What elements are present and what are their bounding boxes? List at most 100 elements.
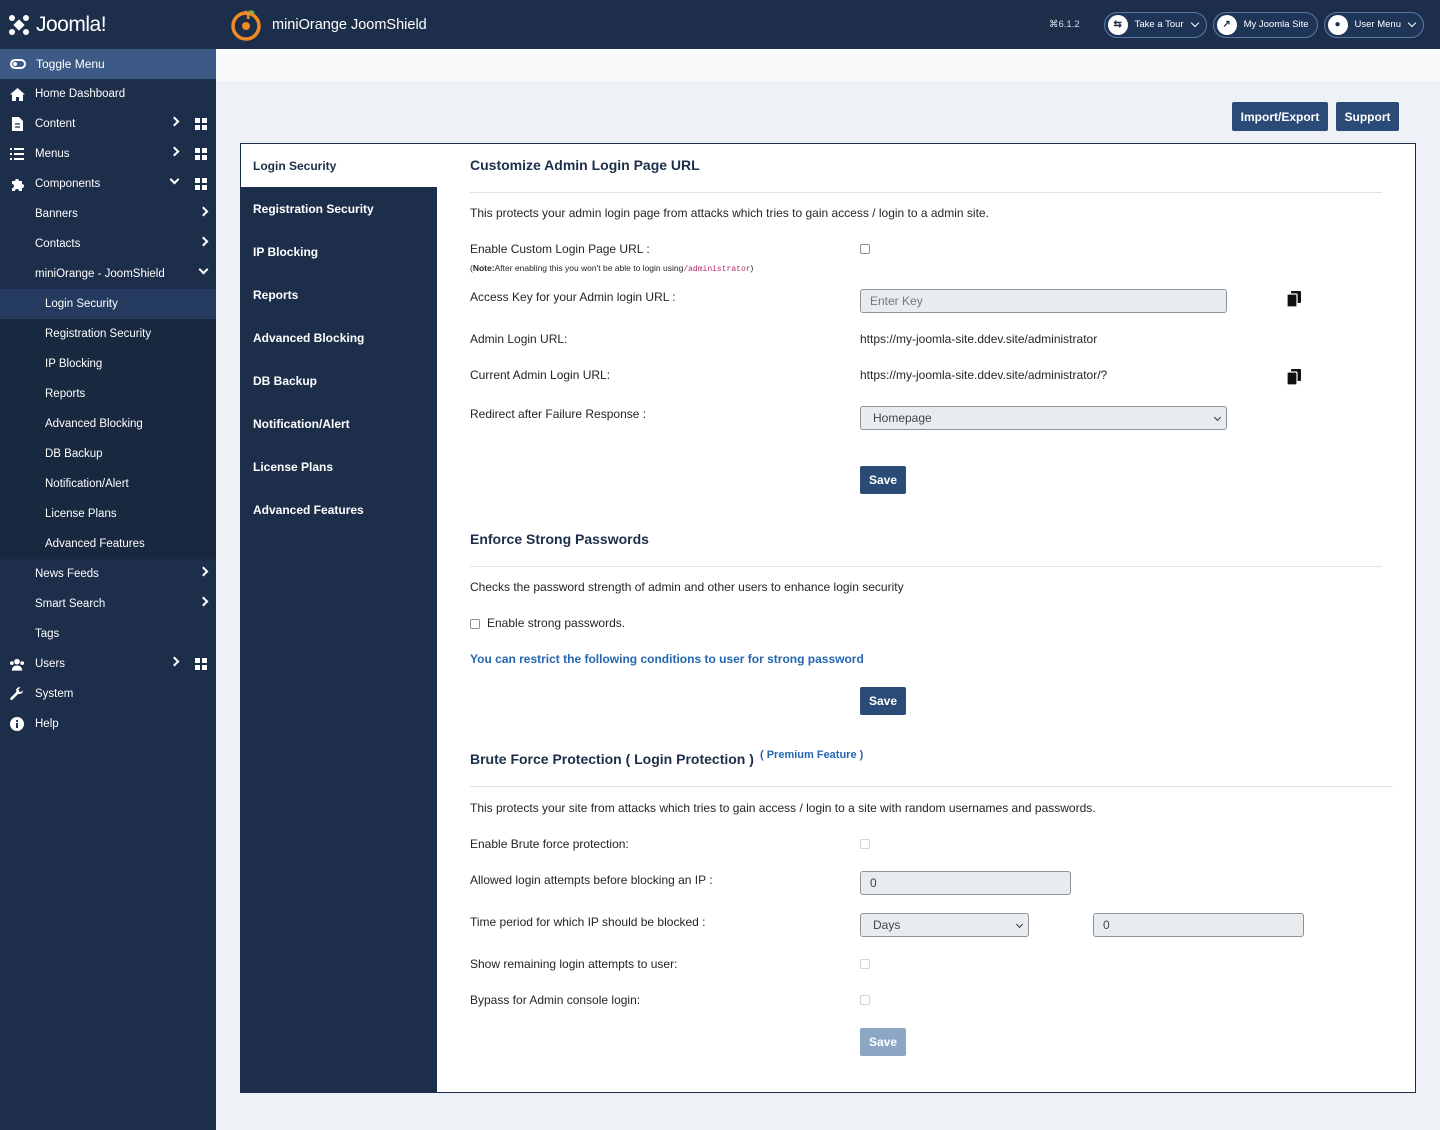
sidebar-item-label: Menus [35, 148, 70, 160]
copy-icon[interactable] [1287, 369, 1301, 385]
admin-login-url-label: Admin Login URL: [470, 332, 568, 346]
toggle-menu[interactable]: Toggle Menu [0, 49, 216, 79]
tab-reports[interactable]: Reports [241, 273, 437, 316]
block-period-label: Time period for which IP should be block… [470, 915, 706, 929]
sidebar-item-news-feeds[interactable]: News Feeds [0, 559, 216, 589]
access-key-input[interactable]: Enter Key [860, 289, 1227, 313]
subhead-strip [216, 49, 1440, 81]
sidebar-item-banners[interactable]: Banners [0, 199, 216, 229]
take-a-tour-button[interactable]: ⇆ Take a Tour [1103, 11, 1207, 38]
sidebar-item-license-plans[interactable]: License Plans [0, 499, 216, 529]
toggle-icon [10, 59, 26, 69]
tab-content: Customize Admin Login Page URL This prot… [437, 144, 1415, 1092]
sidebar-item-login-security[interactable]: Login Security [0, 289, 216, 319]
sidebar-item-label: Tags [35, 628, 60, 640]
block-period-unit-select[interactable]: Days [860, 913, 1029, 937]
sidebar-item-db-backup[interactable]: DB Backup [0, 439, 216, 469]
tab-registration-security[interactable]: Registration Security [241, 187, 437, 230]
allowed-attempts-input[interactable]: 0 [860, 871, 1071, 895]
sidebar: Joomla! Toggle Menu Home Dashboard Conte… [0, 0, 216, 1130]
section-title-strong-passwords: Enforce Strong Passwords [470, 531, 649, 547]
premium-feature-badge: ( Premium Feature ) [760, 749, 864, 761]
chevron-right-icon [198, 566, 209, 577]
sidebar-item-joomshield[interactable]: miniOrange - JoomShield [0, 259, 216, 289]
note-bold: Note: [472, 263, 495, 273]
tab-notification-alert[interactable]: Notification/Alert [241, 402, 437, 445]
save-button-custom-url[interactable]: Save [860, 466, 906, 494]
strong-password-conditions-link[interactable]: You can restrict the following condition… [470, 652, 864, 666]
sidebar-item-menus[interactable]: Menus [0, 139, 216, 169]
redirect-failure-label: Redirect after Failure Response : [470, 407, 647, 421]
sidebar-item-tags[interactable]: Tags [0, 619, 216, 649]
sidebar-item-ip-blocking[interactable]: IP Blocking [0, 349, 216, 379]
sidebar-item-registration-security[interactable]: Registration Security [0, 319, 216, 349]
sidebar-item-label: Users [35, 658, 66, 670]
admin-login-url-value: https://my-joomla-site.ddev.site/adminis… [860, 332, 1098, 346]
block-period-unit-value: Days [873, 918, 901, 932]
enable-custom-url-checkbox[interactable] [860, 244, 870, 254]
settings-tabs: Login Security Registration Security IP … [241, 144, 437, 1092]
tab-advanced-features[interactable]: Advanced Features [241, 488, 437, 531]
enable-strong-passwords-checkbox[interactable] [470, 619, 480, 629]
sidebar-item-label: Content [35, 118, 76, 130]
enable-custom-url-label: Enable Custom Login Page URL : [470, 242, 650, 256]
chevron-right-icon [198, 206, 209, 217]
file-icon [9, 117, 25, 131]
sidebar-item-help[interactable]: Help [0, 709, 216, 739]
sidebar-item-label: Registration Security [45, 328, 152, 340]
enable-brute-force-checkbox[interactable] [860, 839, 870, 849]
divider [470, 566, 1382, 567]
sidebar-item-label: Notification/Alert [45, 478, 129, 490]
save-button-brute-force[interactable]: Save [860, 1028, 906, 1056]
home-icon [9, 87, 25, 101]
sidebar-item-label: IP Blocking [45, 358, 103, 370]
block-period-value-input[interactable]: 0 [1093, 913, 1304, 937]
sidebar-item-label: Banners [35, 208, 78, 220]
sidebar-item-notification-alert[interactable]: Notification/Alert [0, 469, 216, 499]
users-icon [9, 657, 25, 671]
redirect-failure-select[interactable]: Homepage [860, 406, 1227, 430]
chevron-right-icon[interactable] [169, 116, 180, 127]
dashboard-grid-icon[interactable] [195, 658, 207, 670]
bypass-admin-login-checkbox[interactable] [860, 995, 870, 1005]
dashboard-grid-icon[interactable] [195, 148, 207, 160]
sidebar-item-label: Components [35, 178, 101, 190]
section-desc: This protects your site from attacks whi… [470, 801, 1096, 815]
my-joomla-site-button[interactable]: ↗ My Joomla Site [1212, 11, 1318, 38]
copy-icon[interactable] [1287, 291, 1301, 307]
sidebar-item-label: DB Backup [45, 448, 103, 460]
sidebar-item-label: Home Dashboard [35, 88, 126, 100]
sidebar-item-users[interactable]: Users [0, 649, 216, 679]
show-remaining-attempts-checkbox[interactable] [860, 959, 870, 969]
dashboard-grid-icon[interactable] [195, 178, 207, 190]
current-admin-login-url-label: Current Admin Login URL: [470, 368, 611, 382]
sidebar-item-label: Reports [45, 388, 86, 400]
tab-advanced-blocking[interactable]: Advanced Blocking [241, 316, 437, 359]
sidebar-item-advanced-blocking[interactable]: Advanced Blocking [0, 409, 216, 439]
tab-login-security[interactable]: Login Security [241, 144, 437, 187]
sidebar-item-content[interactable]: Content [0, 109, 216, 139]
tab-db-backup[interactable]: DB Backup [241, 359, 437, 402]
import-export-button[interactable]: Import/Export [1232, 102, 1328, 131]
user-menu-button[interactable]: ● User Menu [1323, 11, 1424, 38]
chevron-right-icon[interactable] [169, 146, 180, 157]
signpost-icon: ⇆ [1107, 14, 1128, 35]
support-button[interactable]: Support [1336, 102, 1399, 131]
chevron-down-icon [198, 264, 209, 275]
chevron-down-icon[interactable] [169, 174, 180, 185]
sidebar-item-contacts[interactable]: Contacts [0, 229, 216, 259]
sidebar-item-smart-search[interactable]: Smart Search [0, 589, 216, 619]
chevron-down-icon [1407, 18, 1417, 28]
sidebar-item-components[interactable]: Components [0, 169, 216, 199]
joomshield-submenu: Login Security Registration Security IP … [0, 289, 216, 559]
tab-ip-blocking[interactable]: IP Blocking [241, 230, 437, 273]
sidebar-item-system[interactable]: System [0, 679, 216, 709]
joomla-logo[interactable]: Joomla! [0, 0, 216, 49]
save-button-strong-passwords[interactable]: Save [860, 687, 906, 715]
tab-license-plans[interactable]: License Plans [241, 445, 437, 488]
sidebar-item-reports[interactable]: Reports [0, 379, 216, 409]
sidebar-item-advanced-features[interactable]: Advanced Features [0, 529, 216, 559]
dashboard-grid-icon[interactable] [195, 118, 207, 130]
sidebar-item-home-dashboard[interactable]: Home Dashboard [0, 79, 216, 109]
chevron-right-icon[interactable] [169, 656, 180, 667]
